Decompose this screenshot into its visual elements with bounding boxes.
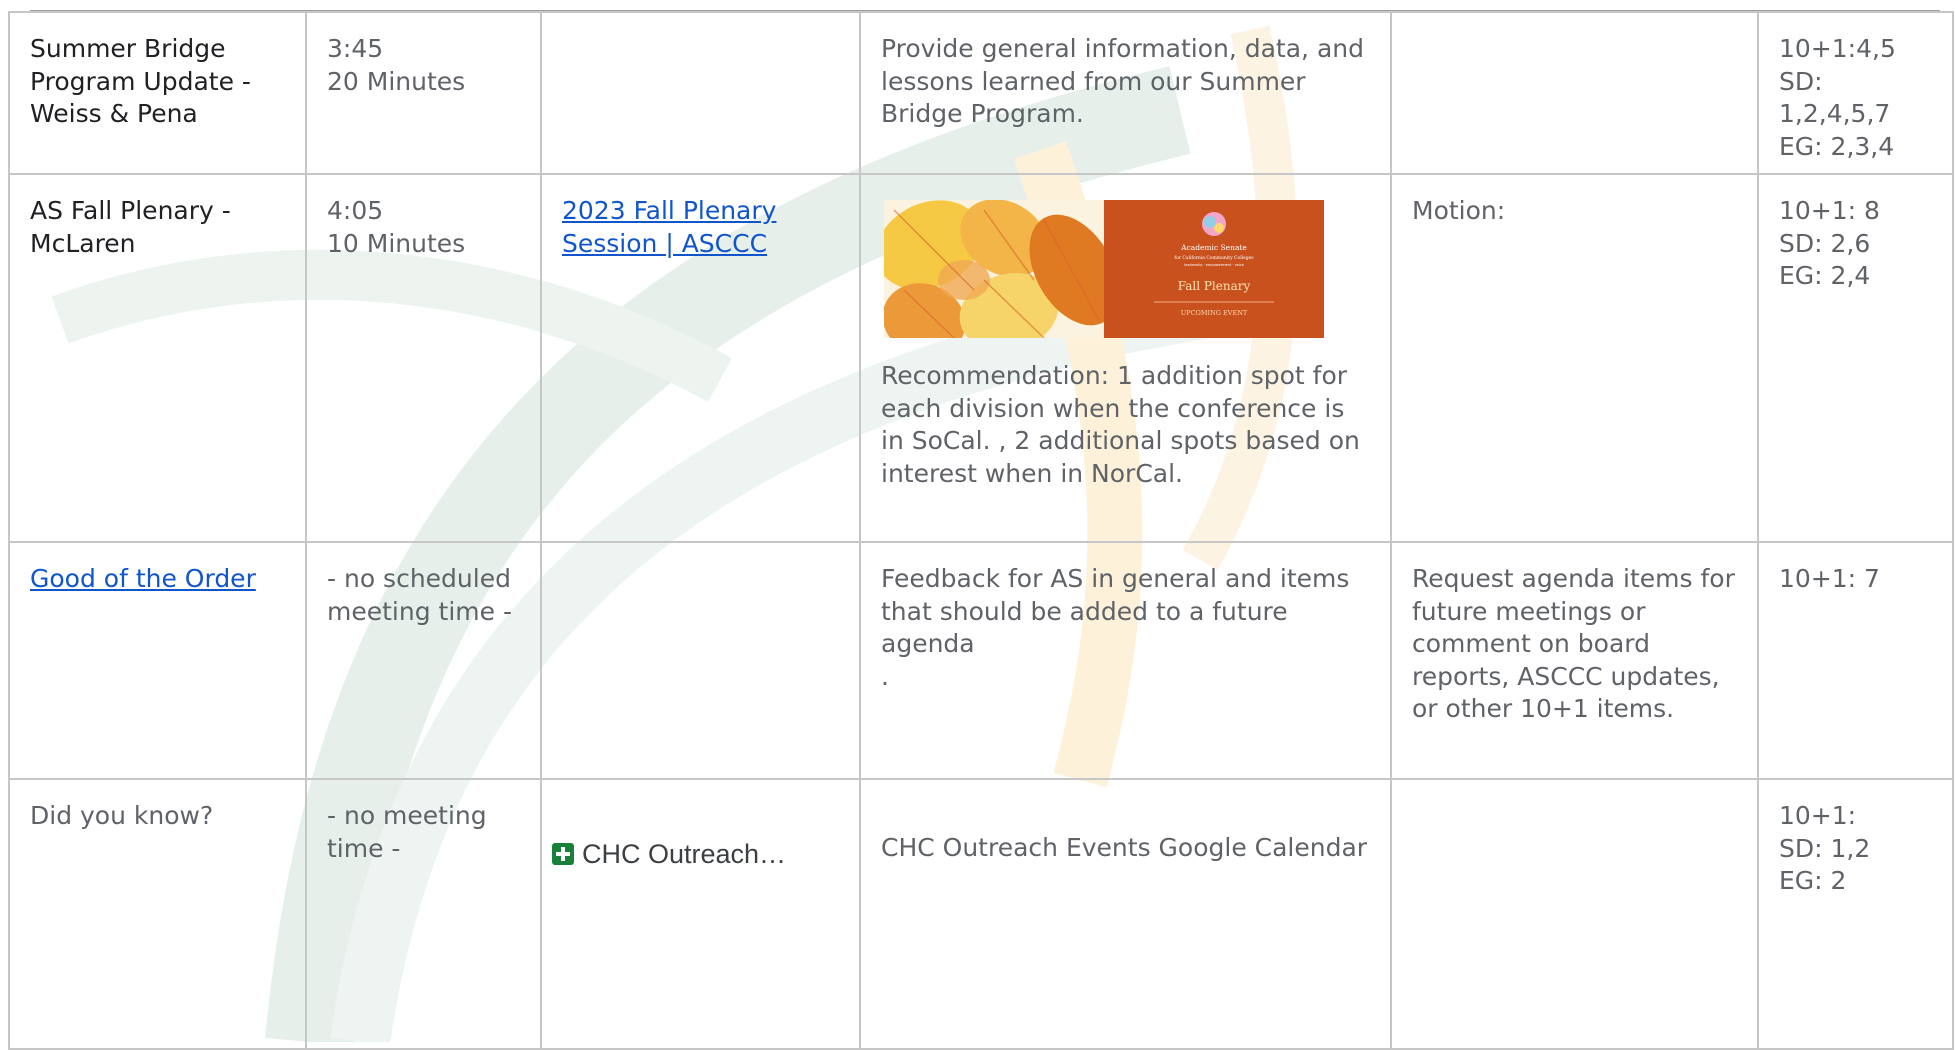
- purpose-text: Provide general information, data, and l…: [881, 34, 1364, 128]
- google-sheets-icon: [552, 843, 574, 866]
- agenda-row-fall-plenary: AS Fall Plenary - McLaren 4:05 10 Minute…: [8, 173, 1954, 543]
- agenda-row-good-of-order: Good of the Order - no scheduled meeting…: [8, 541, 1954, 780]
- banner-org-name: Academic Senate: [1180, 243, 1247, 252]
- purpose-text: Recommendation: 1 addition spot for each…: [881, 361, 1360, 488]
- action-cell: Motion:: [1390, 173, 1759, 543]
- standards-cell: 10+1: 8 SD: 2,6 EG: 2,4: [1757, 173, 1954, 543]
- standards-text: 10+1:4,5 SD: 1,2,4,5,7 EG: 2,3,4: [1779, 34, 1896, 161]
- purpose-cell: Academic Senate for California Community…: [859, 173, 1392, 543]
- duration-text: 10 Minutes: [327, 228, 466, 258]
- resource-cell: 2023 Fall Plenary Session | ASCCC: [540, 173, 861, 543]
- topic-cell: Did you know?: [8, 778, 307, 1050]
- topic-cell: Summer Bridge Program Update - Weiss & P…: [8, 11, 307, 175]
- action-text: Request agenda items for future meetings…: [1412, 564, 1735, 723]
- action-cell: [1390, 11, 1759, 175]
- agenda-row-did-you-know: Did you know? - no meeting time - CHC Ou…: [8, 778, 1954, 1050]
- time-text: - no scheduled meeting time -: [327, 564, 512, 626]
- plenary-session-link[interactable]: 2023 Fall Plenary Session | ASCCC: [562, 196, 776, 258]
- standards-text: 10+1: 7: [1779, 564, 1880, 593]
- duration-text: 20 Minutes: [327, 66, 466, 96]
- standards-cell: 10+1: SD: 1,2 EG: 2: [1757, 778, 1954, 1050]
- action-cell: [1390, 778, 1759, 1050]
- time-cell: - no meeting time -: [305, 778, 542, 1050]
- topic-text: Summer Bridge Program Update - Weiss & P…: [30, 34, 251, 128]
- standards-text: 10+1: 8 SD: 2,6 EG: 2,4: [1779, 196, 1880, 290]
- purpose-cell: Feedback for AS in general and items tha…: [859, 541, 1392, 780]
- resource-cell: [540, 541, 861, 780]
- time-text: - no meeting time -: [327, 801, 487, 863]
- agenda-table: Summer Bridge Program Update - Weiss & P…: [8, 11, 1954, 1050]
- fall-plenary-banner: Academic Senate for California Community…: [884, 200, 1324, 338]
- topic-text: Did you know?: [30, 801, 214, 830]
- banner-event-tag: UPCOMING EVENT: [1181, 309, 1248, 317]
- banner-event-title: Fall Plenary: [1178, 279, 1251, 293]
- banner-org-tagline: leadership · empowerment · voice: [1184, 263, 1244, 267]
- standards-cell: 10+1: 7: [1757, 541, 1954, 780]
- resource-cell: CHC Outreach…: [540, 778, 861, 1050]
- banner-org-subtitle: for California Community Colleges: [1174, 255, 1254, 261]
- chip-label: CHC Outreach…: [582, 839, 787, 869]
- time-text: 4:05: [327, 196, 384, 225]
- time-text: 3:45: [327, 34, 384, 63]
- topic-cell: Good of the Order: [8, 541, 307, 780]
- standards-text: 10+1: SD: 1,2 EG: 2: [1779, 801, 1871, 895]
- purpose-text: Feedback for AS in general and items tha…: [881, 564, 1350, 691]
- topic-text: AS Fall Plenary - McLaren: [30, 196, 231, 258]
- time-cell: 3:45 20 Minutes: [305, 11, 542, 175]
- agenda-row-summer-bridge: Summer Bridge Program Update - Weiss & P…: [8, 11, 1954, 175]
- good-of-order-link[interactable]: Good of the Order: [30, 564, 256, 593]
- purpose-cell: Provide general information, data, and l…: [859, 11, 1392, 175]
- time-cell: - no scheduled meeting time -: [305, 541, 542, 780]
- purpose-text: CHC Outreach Events Google Calendar: [881, 833, 1368, 862]
- action-text: Motion:: [1412, 196, 1506, 225]
- action-cell: Request agenda items for future meetings…: [1390, 541, 1759, 780]
- purpose-cell: CHC Outreach Events Google Calendar: [859, 778, 1392, 1050]
- standards-cell: 10+1:4,5 SD: 1,2,4,5,7 EG: 2,3,4: [1757, 11, 1954, 175]
- topic-cell: AS Fall Plenary - McLaren: [8, 173, 307, 543]
- sheets-file-chip[interactable]: CHC Outreach…: [552, 838, 786, 871]
- resource-cell: [540, 11, 861, 175]
- time-cell: 4:05 10 Minutes: [305, 173, 542, 543]
